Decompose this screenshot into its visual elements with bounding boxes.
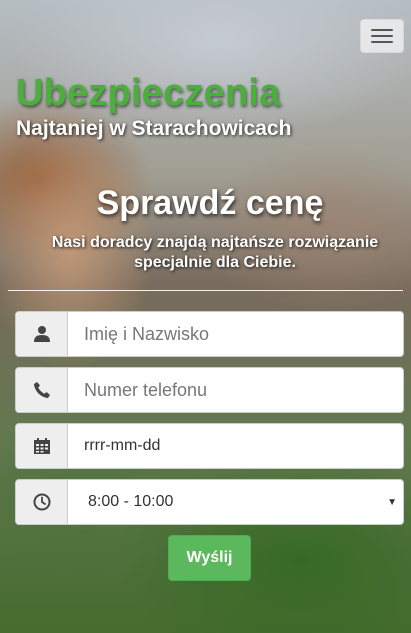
- caret-down-icon: ▼: [387, 496, 397, 508]
- phone-input[interactable]: Numer telefonu: [68, 368, 403, 412]
- user-icon: [33, 326, 50, 342]
- time-addon: [16, 480, 68, 524]
- time-select-value: 8:00 - 10:00: [88, 493, 174, 510]
- phone-addon: [16, 368, 68, 412]
- page: Ubezpieczenia Najtaniej w Starachowicach…: [0, 0, 411, 633]
- clock-icon: [33, 493, 50, 511]
- brand-subtitle: Najtaniej w Starachowicach: [16, 117, 292, 140]
- submit-button[interactable]: Wyślij: [168, 535, 251, 581]
- hamburger-icon-bar: [371, 29, 393, 31]
- date-addon: [16, 424, 68, 468]
- menu-toggle-button[interactable]: [360, 19, 404, 53]
- phone-icon: [33, 382, 50, 398]
- date-field-group: rrrr-mm-dd: [15, 423, 404, 469]
- hamburger-icon-bar: [371, 41, 393, 43]
- calendar-icon: [33, 438, 50, 454]
- name-addon: [16, 312, 68, 356]
- hamburger-icon-bar: [371, 35, 393, 37]
- time-field-group: 8:00 - 10:00 ▼: [15, 479, 404, 525]
- name-field-group: Imię i Nazwisko: [15, 311, 404, 357]
- hero-subline: Nasi doradcy znajdą najtańsze rozwiązani…: [51, 234, 379, 271]
- time-select[interactable]: 8:00 - 10:00 ▼: [68, 480, 403, 524]
- hero-headline: Sprawdź cenę: [96, 184, 324, 222]
- brand-title[interactable]: Ubezpieczenia: [16, 72, 280, 115]
- phone-field-group: Numer telefonu: [15, 367, 404, 413]
- date-input[interactable]: rrrr-mm-dd: [68, 424, 403, 468]
- name-input[interactable]: Imię i Nazwisko: [68, 312, 403, 356]
- divider: [8, 290, 403, 291]
